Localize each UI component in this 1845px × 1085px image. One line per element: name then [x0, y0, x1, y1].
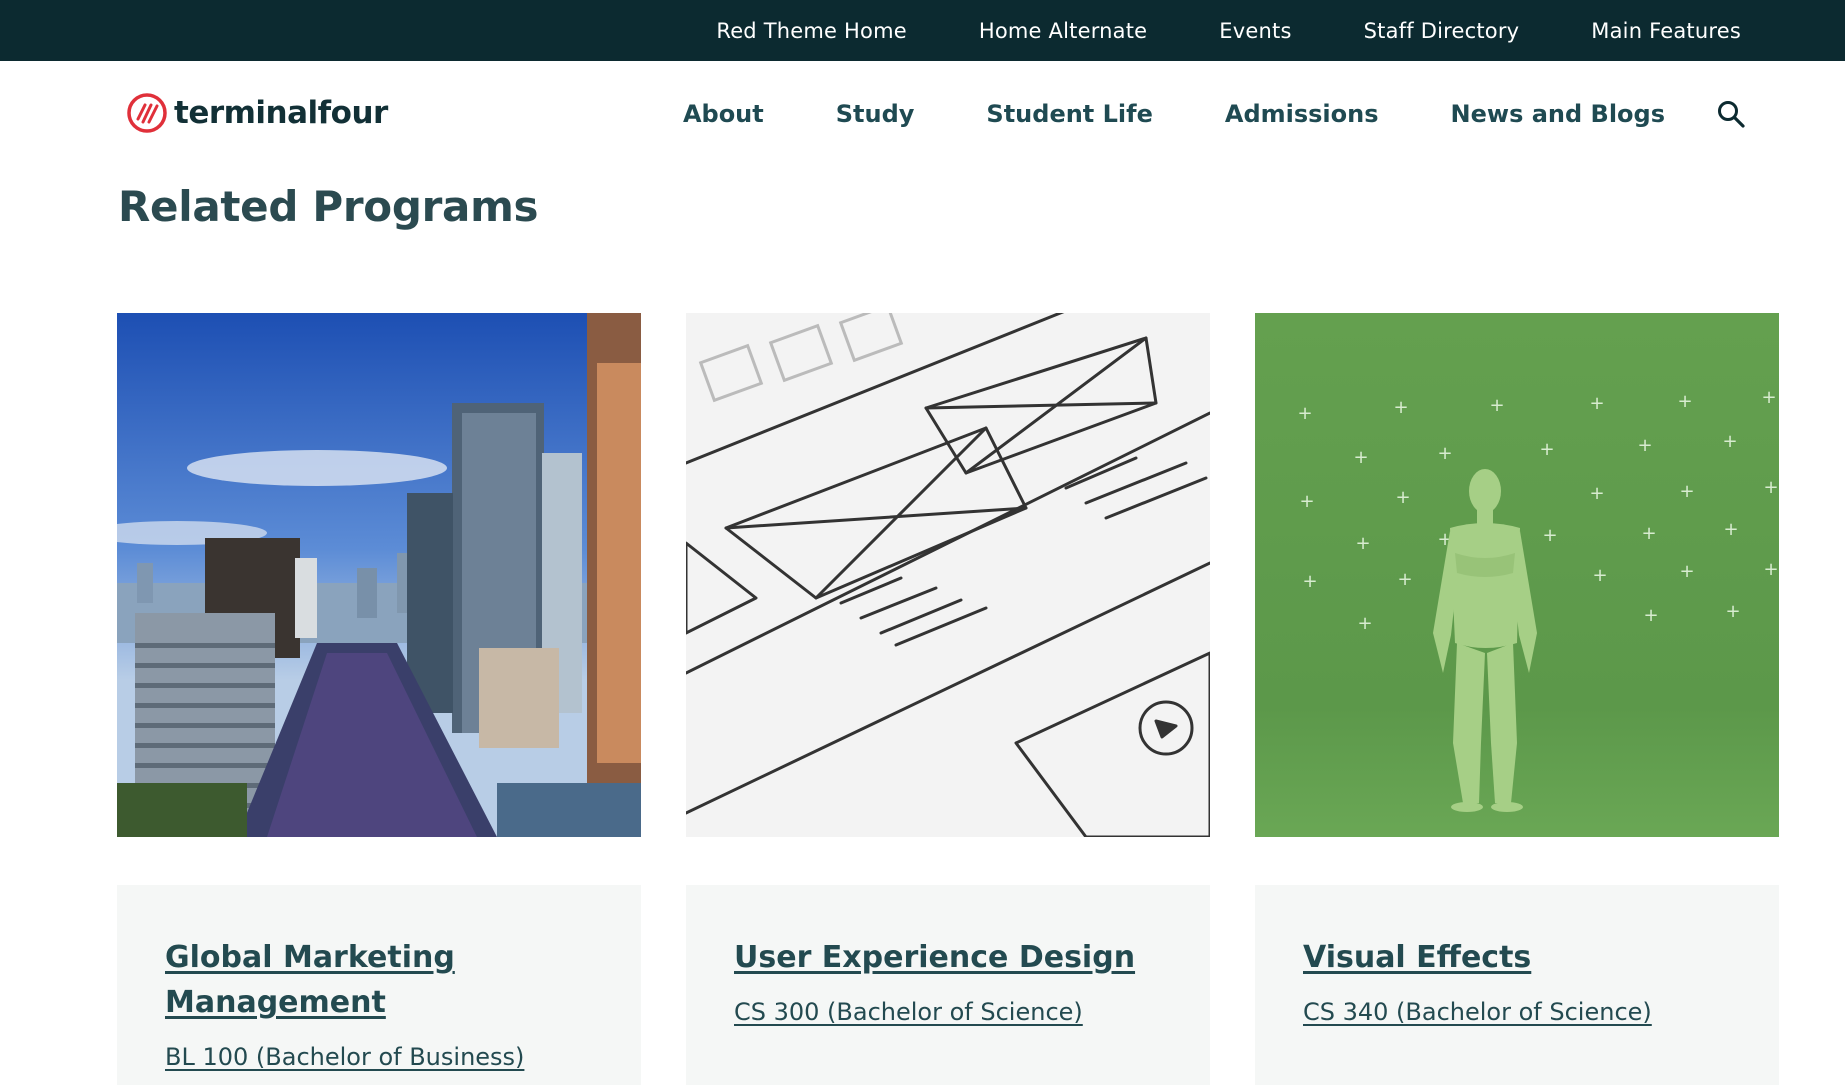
svg-text:+: + [1393, 397, 1408, 418]
card-body-visual-effects: Visual Effects CS 340 (Bachelor of Scien… [1255, 885, 1779, 1085]
svg-text:+: + [1302, 571, 1317, 592]
svg-text:+: + [1763, 559, 1778, 580]
svg-text:+: + [1723, 519, 1738, 540]
svg-text:+: + [1539, 439, 1554, 460]
svg-text:+: + [1589, 393, 1604, 414]
svg-text:+: + [1679, 481, 1694, 502]
svg-text:+: + [1641, 523, 1656, 544]
card-code-link[interactable]: BL 100 (Bachelor of Business) [165, 1043, 593, 1071]
svg-text:+: + [1725, 601, 1740, 622]
svg-text:+: + [1677, 391, 1692, 412]
card-image-green-screen-figure[interactable]: + + + + + + + + + + + + + + + + + + + + + + + + + + + + + [1255, 313, 1779, 837]
utility-link-red-theme-home[interactable]: Red Theme Home [716, 19, 907, 43]
svg-text:+: + [1542, 525, 1557, 546]
nav-news-and-blogs[interactable]: News and Blogs [1451, 100, 1665, 128]
card-image-city-skyline[interactable] [117, 313, 641, 837]
svg-text:+: + [1357, 613, 1372, 634]
svg-text:+: + [1637, 435, 1652, 456]
card-title-link[interactable]: Global Marketing Management [165, 935, 593, 1025]
svg-text:+: + [1722, 431, 1737, 452]
card-code-link[interactable]: CS 300 (Bachelor of Science) [734, 998, 1162, 1026]
svg-text:+: + [1589, 483, 1604, 504]
svg-text:+: + [1679, 561, 1694, 582]
utility-bar: Red Theme Home Home Alternate Events Sta… [0, 0, 1845, 61]
section-title: Related Programs [118, 182, 539, 231]
wireframe-sketch-image [686, 313, 1210, 837]
svg-text:+: + [1397, 569, 1412, 590]
card-title-link[interactable]: Visual Effects [1303, 935, 1731, 980]
logo-mark-icon [126, 92, 168, 134]
svg-text:+: + [1395, 487, 1410, 508]
svg-text:+: + [1761, 387, 1776, 408]
svg-text:+: + [1299, 491, 1314, 512]
nav-admissions[interactable]: Admissions [1225, 100, 1379, 128]
nav-about[interactable]: About [683, 100, 764, 128]
search-button[interactable] [1716, 98, 1748, 130]
svg-text:+: + [1763, 477, 1778, 498]
svg-text:+: + [1592, 565, 1607, 586]
svg-text:+: + [1355, 533, 1370, 554]
svg-text:+: + [1489, 395, 1504, 416]
logo-text: terminalfour [174, 95, 388, 131]
card-image-wireframe-sketch[interactable] [686, 313, 1210, 837]
utility-link-events[interactable]: Events [1219, 19, 1291, 43]
nav-study[interactable]: Study [836, 100, 915, 128]
utility-link-home-alternate[interactable]: Home Alternate [979, 19, 1147, 43]
green-screen-figure-image: + + + + + + + + + + + + + + + + + + + + + + + + + + + + + [1255, 313, 1779, 837]
utility-link-staff-directory[interactable]: Staff Directory [1364, 19, 1520, 43]
card-code-link[interactable]: CS 340 (Bachelor of Science) [1303, 998, 1731, 1026]
utility-nav: Red Theme Home Home Alternate Events Sta… [716, 0, 1741, 61]
search-icon [1716, 99, 1748, 129]
svg-text:+: + [1353, 447, 1368, 468]
svg-text:+: + [1643, 605, 1658, 626]
card-body-global-marketing: Global Marketing Management BL 100 (Bach… [117, 885, 641, 1085]
svg-text:+: + [1437, 443, 1452, 464]
site-logo[interactable]: terminalfour [126, 89, 388, 137]
city-skyline-image [117, 313, 641, 837]
main-header: terminalfour About Study Student Life Ad… [0, 61, 1845, 166]
main-nav: About Study Student Life Admissions News… [683, 61, 1665, 166]
svg-text:+: + [1297, 403, 1312, 424]
card-body-user-experience: User Experience Design CS 300 (Bachelor … [686, 885, 1210, 1085]
utility-link-main-features[interactable]: Main Features [1591, 19, 1741, 43]
nav-student-life[interactable]: Student Life [986, 100, 1152, 128]
card-title-link[interactable]: User Experience Design [734, 935, 1162, 980]
